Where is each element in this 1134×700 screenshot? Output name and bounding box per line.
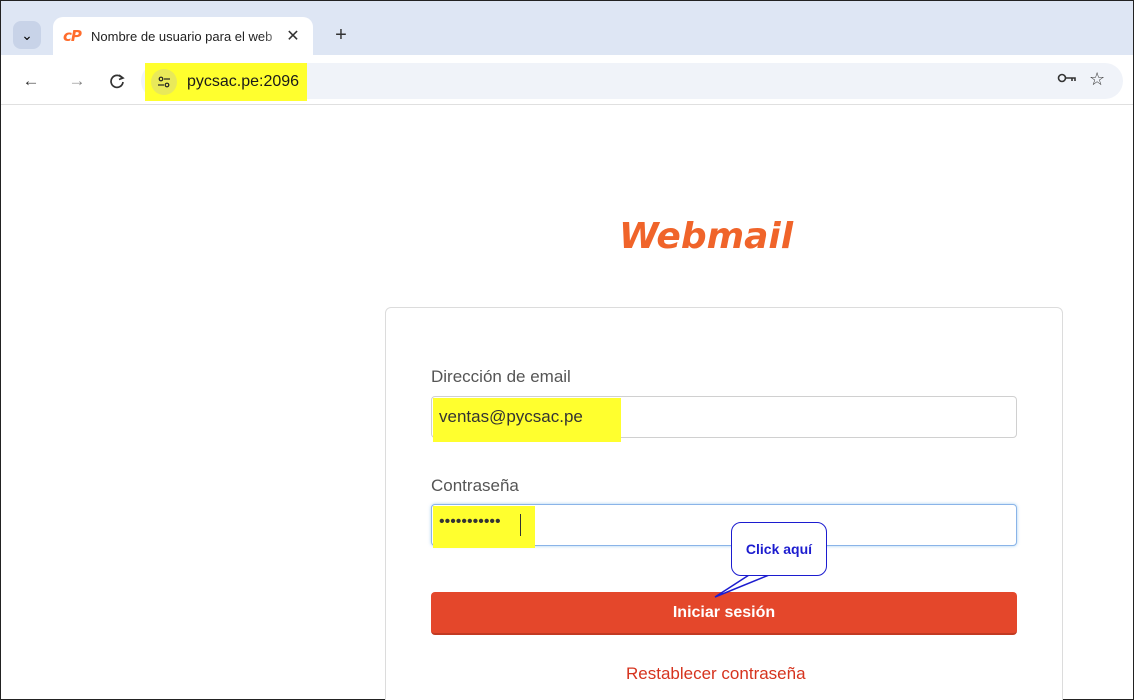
arrow-right-icon: → [68,71,86,90]
site-info-icon[interactable] [151,69,177,95]
active-tab[interactable]: cP Nombre de usuario para el web ✕ [53,17,313,55]
email-value: ventas@pycsac.pe [439,407,583,426]
login-button[interactable]: Iniciar sesión [431,592,1017,635]
webmail-logo: Webmail [619,216,794,257]
tab-title: Nombre de usuario para el web [91,28,273,44]
new-tab-button[interactable]: + [327,21,355,49]
star-icon[interactable]: ☆ [1089,69,1105,90]
password-label: Contraseña [431,476,519,495]
plus-icon: + [335,23,347,46]
tab-strip: ⌄ cP Nombre de usuario para el web ✕ + [1,1,1133,55]
reset-password-link[interactable]: Restablecer contraseña [626,664,806,684]
reload-icon [110,74,125,89]
click-here-callout: Click aquí [731,522,827,576]
chevron-down-icon: ⌄ [21,27,33,43]
email-label: Dirección de email [431,367,571,386]
key-icon[interactable] [1057,71,1077,90]
tune-icon [158,76,170,88]
tab-search-button[interactable]: ⌄ [13,21,41,49]
close-icon[interactable]: ✕ [283,26,303,46]
cpanel-favicon-icon: cP [63,27,82,45]
forward-button[interactable]: → [65,69,89,93]
url-text[interactable]: pycsac.pe:2096 [187,73,299,91]
arrow-left-icon: ← [22,71,40,90]
back-button[interactable]: ← [19,69,43,93]
reload-button[interactable] [105,69,129,93]
text-caret [520,514,521,536]
password-value: ••••••••••• [439,513,501,530]
